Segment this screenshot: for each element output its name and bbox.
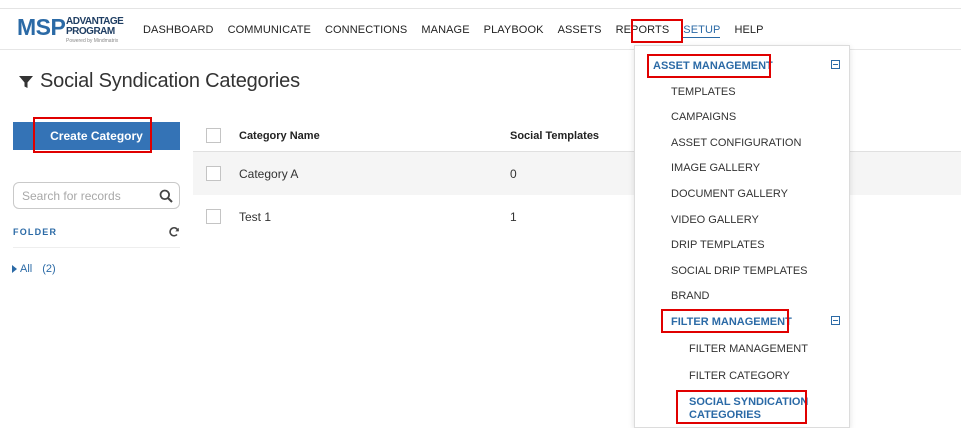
top-strip xyxy=(0,0,961,9)
filter-icon xyxy=(19,75,33,88)
nav-manage[interactable]: MANAGE xyxy=(421,24,469,36)
row-checkbox[interactable] xyxy=(206,209,221,224)
menu-campaigns[interactable]: CAMPAIGNS xyxy=(671,111,736,123)
logo-msp: MSP xyxy=(17,14,66,40)
nav-dashboard[interactable]: DASHBOARD xyxy=(143,24,214,36)
search-icon[interactable] xyxy=(159,189,173,203)
menu-filter-management-sub[interactable]: FILTER MANAGEMENT xyxy=(689,343,808,355)
select-all-checkbox[interactable] xyxy=(206,128,221,143)
row-checkbox[interactable] xyxy=(206,166,221,181)
folder-all-count: (2) xyxy=(42,263,56,275)
nav-setup[interactable]: SETUP xyxy=(683,24,721,38)
menu-asset-configuration[interactable]: ASSET CONFIGURATION xyxy=(671,137,801,149)
logo-tagline: Powered by Mindmatrix xyxy=(66,38,119,44)
row-name[interactable]: Test 1 xyxy=(239,210,271,224)
caret-right-icon[interactable] xyxy=(12,265,17,273)
collapse-icon[interactable] xyxy=(831,60,840,69)
create-category-highlight xyxy=(33,117,152,153)
logo[interactable]: MSP ADVANTAGE PROGRAM Powered by Mindmat… xyxy=(17,14,124,46)
row-name[interactable]: Category A xyxy=(239,167,298,181)
menu-templates[interactable]: TEMPLATES xyxy=(671,86,736,98)
collapse-icon[interactable] xyxy=(831,316,840,325)
search-input[interactable] xyxy=(22,188,152,203)
menu-video-gallery[interactable]: VIDEO GALLERY xyxy=(671,214,759,226)
column-header-templates[interactable]: Social Templates xyxy=(510,130,599,142)
page-title: Social Syndication Categories xyxy=(40,70,300,92)
row-templates: 0 xyxy=(510,166,517,181)
filter-management-highlight xyxy=(661,309,789,333)
search-box xyxy=(13,182,180,209)
menu-brand[interactable]: BRAND xyxy=(671,290,710,302)
page-title-area: Social Syndication Categories xyxy=(18,70,300,93)
menu-image-gallery[interactable]: IMAGE GALLERY xyxy=(671,162,760,174)
menu-filter-category[interactable]: FILTER CATEGORY xyxy=(689,370,790,382)
folder-all[interactable]: All (2) xyxy=(12,263,56,275)
asset-management-highlight xyxy=(647,54,771,78)
nav-help[interactable]: HELP xyxy=(734,24,763,36)
folder-label: FOLDER xyxy=(13,227,58,237)
folder-all-label[interactable]: All xyxy=(20,263,32,275)
menu-drip-templates[interactable]: DRIP TEMPLATES xyxy=(671,239,765,251)
nav-communicate[interactable]: COMMUNICATE xyxy=(228,24,311,36)
refresh-icon[interactable] xyxy=(168,226,180,238)
setup-highlight xyxy=(631,19,683,43)
setup-dropdown-menu: ASSET MANAGEMENT TEMPLATES CAMPAIGNS ASS… xyxy=(634,45,850,428)
nav-playbook[interactable]: PLAYBOOK xyxy=(484,24,544,36)
folder-divider xyxy=(13,247,180,248)
menu-social-drip-templates[interactable]: SOCIAL DRIP TEMPLATES xyxy=(671,265,808,277)
nav-assets[interactable]: ASSETS xyxy=(558,24,602,36)
menu-document-gallery[interactable]: DOCUMENT GALLERY xyxy=(671,188,788,200)
logo-line2: PROGRAM xyxy=(66,26,115,37)
row-templates: 1 xyxy=(510,209,517,224)
header: MSP ADVANTAGE PROGRAM Powered by Mindmat… xyxy=(0,10,961,50)
nav-connections[interactable]: CONNECTIONS xyxy=(325,24,407,36)
column-header-name[interactable]: Category Name xyxy=(239,130,320,142)
social-syndication-highlight xyxy=(676,390,807,424)
